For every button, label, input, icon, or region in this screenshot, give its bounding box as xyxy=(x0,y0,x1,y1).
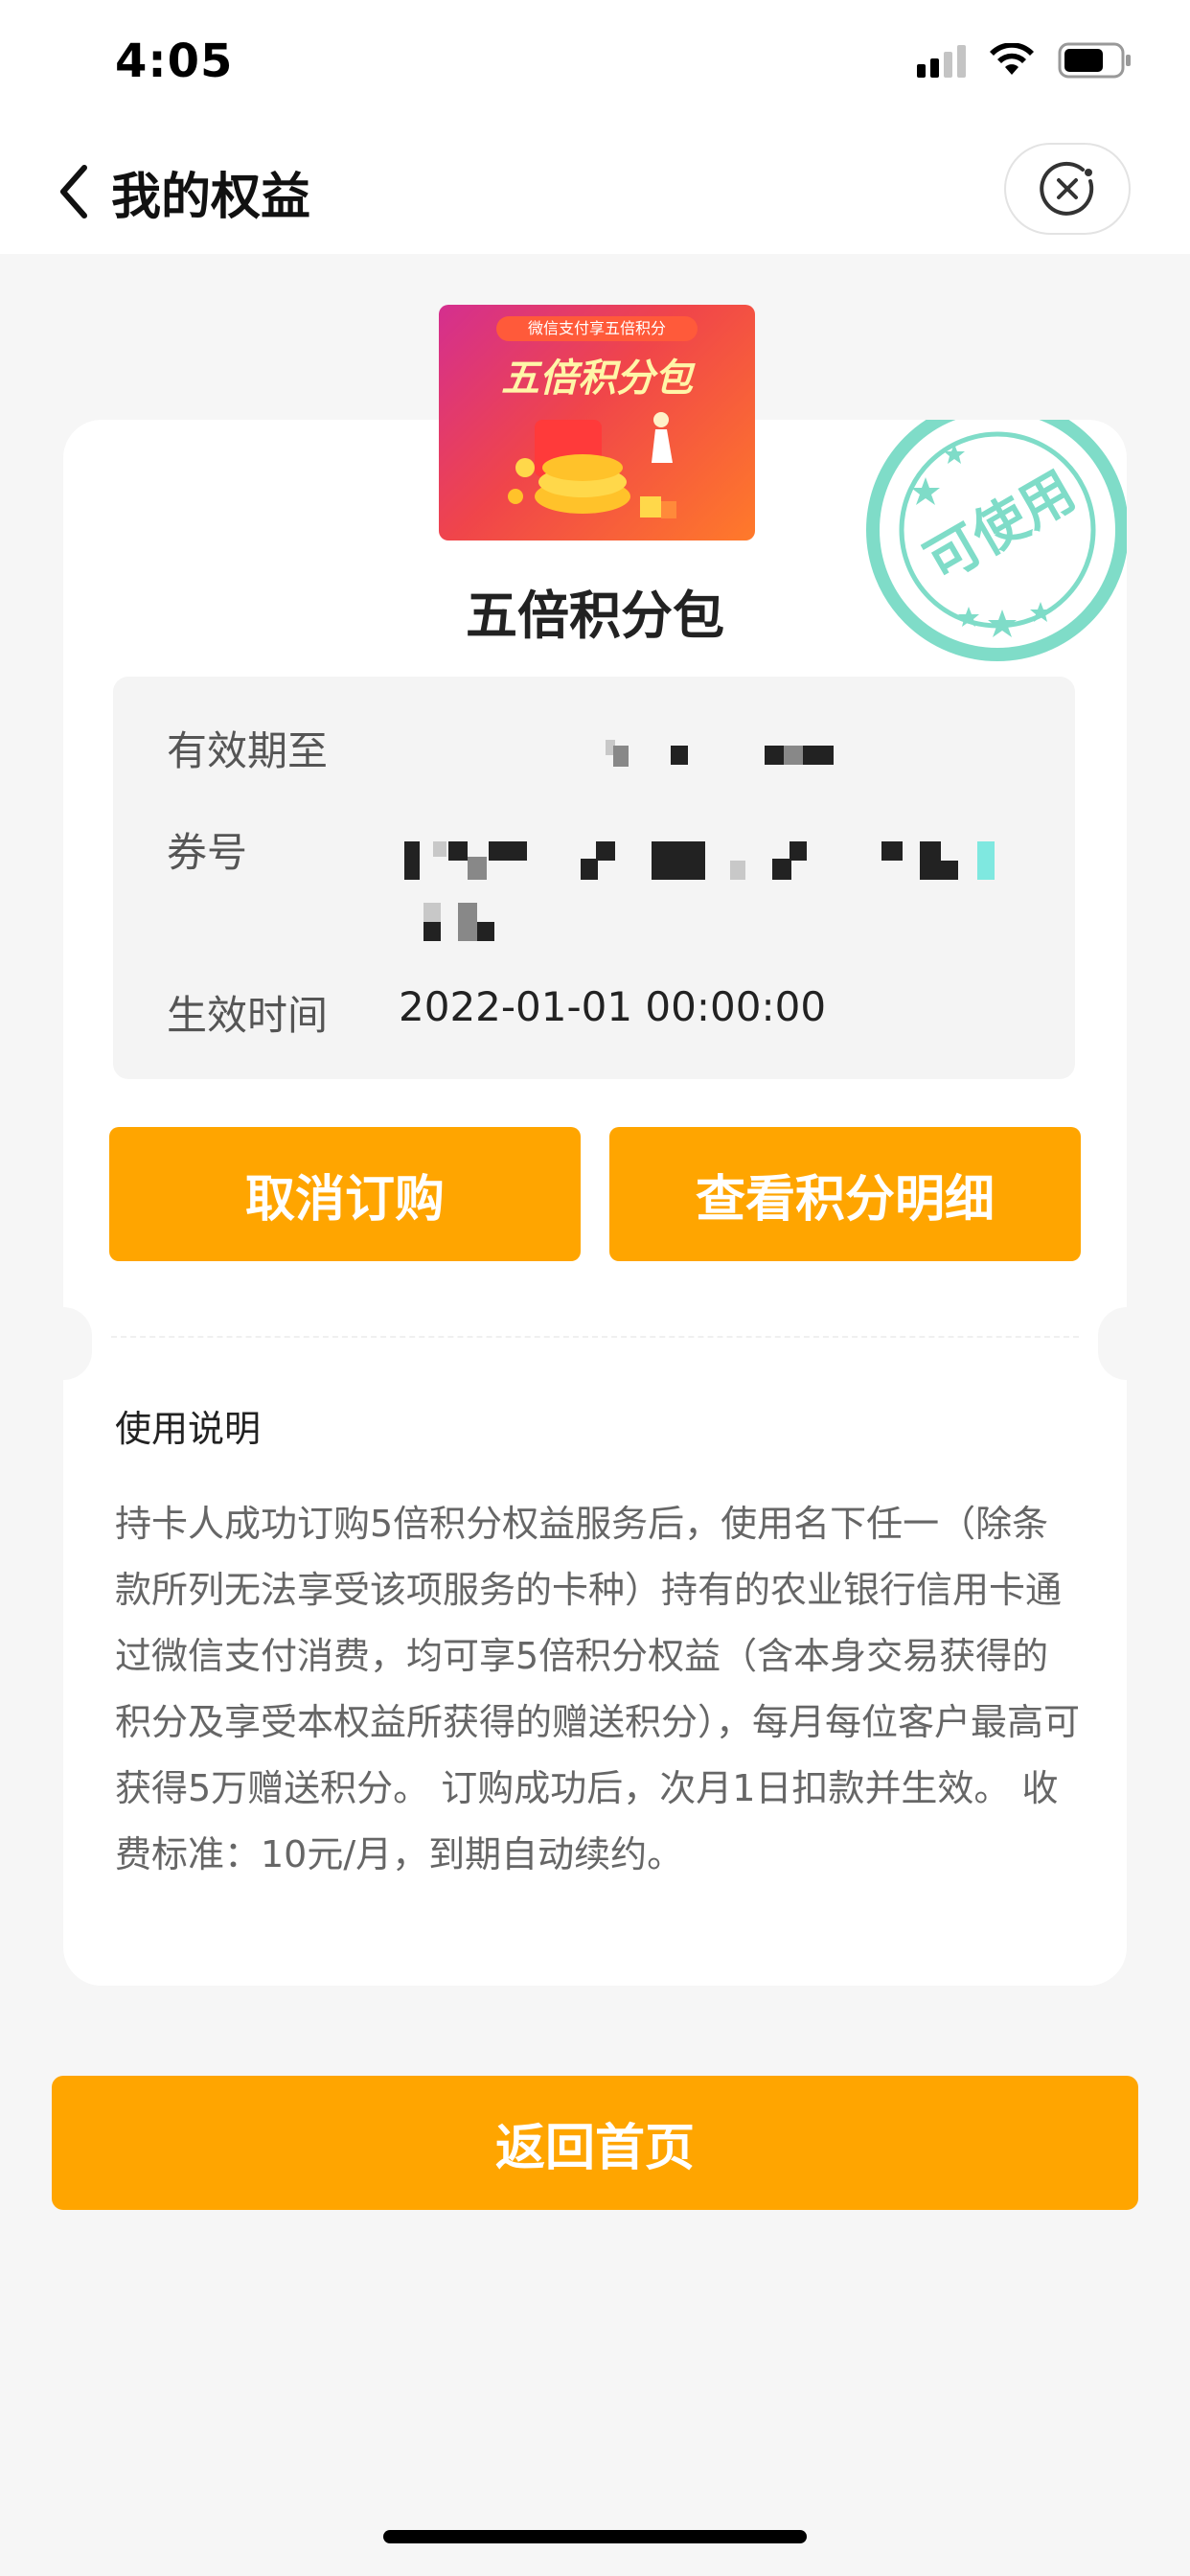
product-title: 五倍积分包 xyxy=(466,586,724,646)
divider-notch-right xyxy=(1098,1307,1156,1380)
divider-notch-left xyxy=(34,1307,92,1380)
effective-label: 生效时间 xyxy=(167,992,329,1039)
status-icons xyxy=(917,42,1133,79)
view-points-detail-button[interactable]: 查看积分明细 xyxy=(609,1127,1081,1261)
close-button[interactable] xyxy=(1004,143,1131,235)
cancel-subscription-button[interactable]: 取消订购 xyxy=(109,1127,581,1261)
validity-label: 有效期至 xyxy=(167,727,329,774)
effective-value: 2022-01-01 00:00:00 xyxy=(399,983,827,1030)
gold-coins-illustration xyxy=(508,412,676,518)
product-image: 微信支付享五倍积分 五倍积分包 xyxy=(439,305,755,540)
coupon-label: 券号 xyxy=(167,829,248,876)
close-circle-icon xyxy=(1040,161,1094,216)
home-indicator xyxy=(383,2530,807,2543)
back-home-button[interactable]: 返回首页 xyxy=(52,2076,1138,2210)
usage-text: 持卡人成功订购5倍积分权益服务后，使用名下任一（除条款所列无法享受该项服务的卡种… xyxy=(115,1503,1081,1875)
card-divider xyxy=(111,1336,1079,1338)
detail-box: 有效期至 券号 生效时间 2022-01-01 00:00:00 xyxy=(113,677,1075,1079)
wifi-icon xyxy=(990,43,1034,75)
nav-bar: 我的权益 xyxy=(0,129,1190,254)
status-time: 4:05 xyxy=(115,34,234,88)
battery-icon xyxy=(1058,42,1131,79)
page-title: 我的权益 xyxy=(111,169,311,226)
status-bar: 4:05 xyxy=(0,0,1190,129)
cellular-signal-icon xyxy=(917,43,966,78)
usage-title: 使用说明 xyxy=(115,1408,262,1450)
back-arrow-icon[interactable] xyxy=(54,160,92,223)
